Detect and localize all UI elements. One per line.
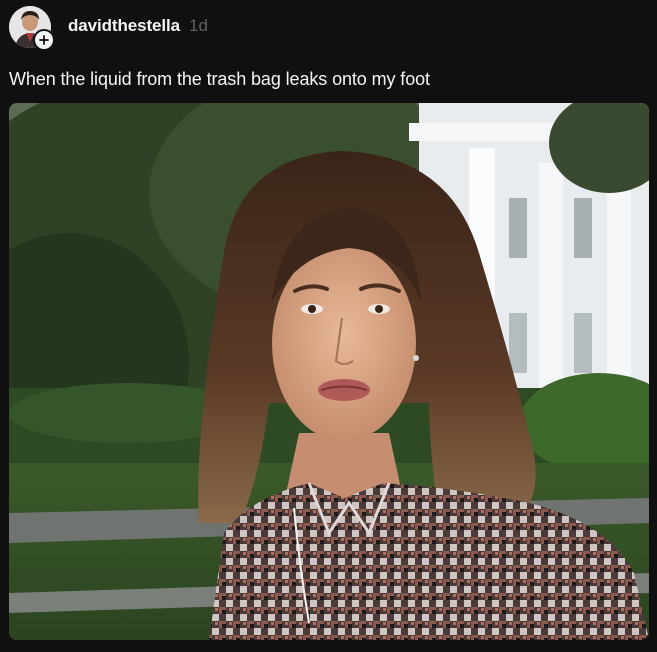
video-frame: [9, 103, 649, 640]
avatar-container[interactable]: [9, 6, 55, 51]
username[interactable]: davidthestella: [68, 16, 180, 36]
follow-button[interactable]: [33, 29, 55, 51]
timestamp[interactable]: 1d: [189, 16, 208, 36]
post-video[interactable]: [9, 103, 649, 640]
post-caption: When the liquid from the trash bag leaks…: [9, 69, 430, 89]
post-header: davidthestella 1d: [68, 16, 208, 36]
thread-post: davidthestella 1d When the liquid from t…: [0, 0, 657, 652]
plus-icon: [39, 35, 49, 45]
